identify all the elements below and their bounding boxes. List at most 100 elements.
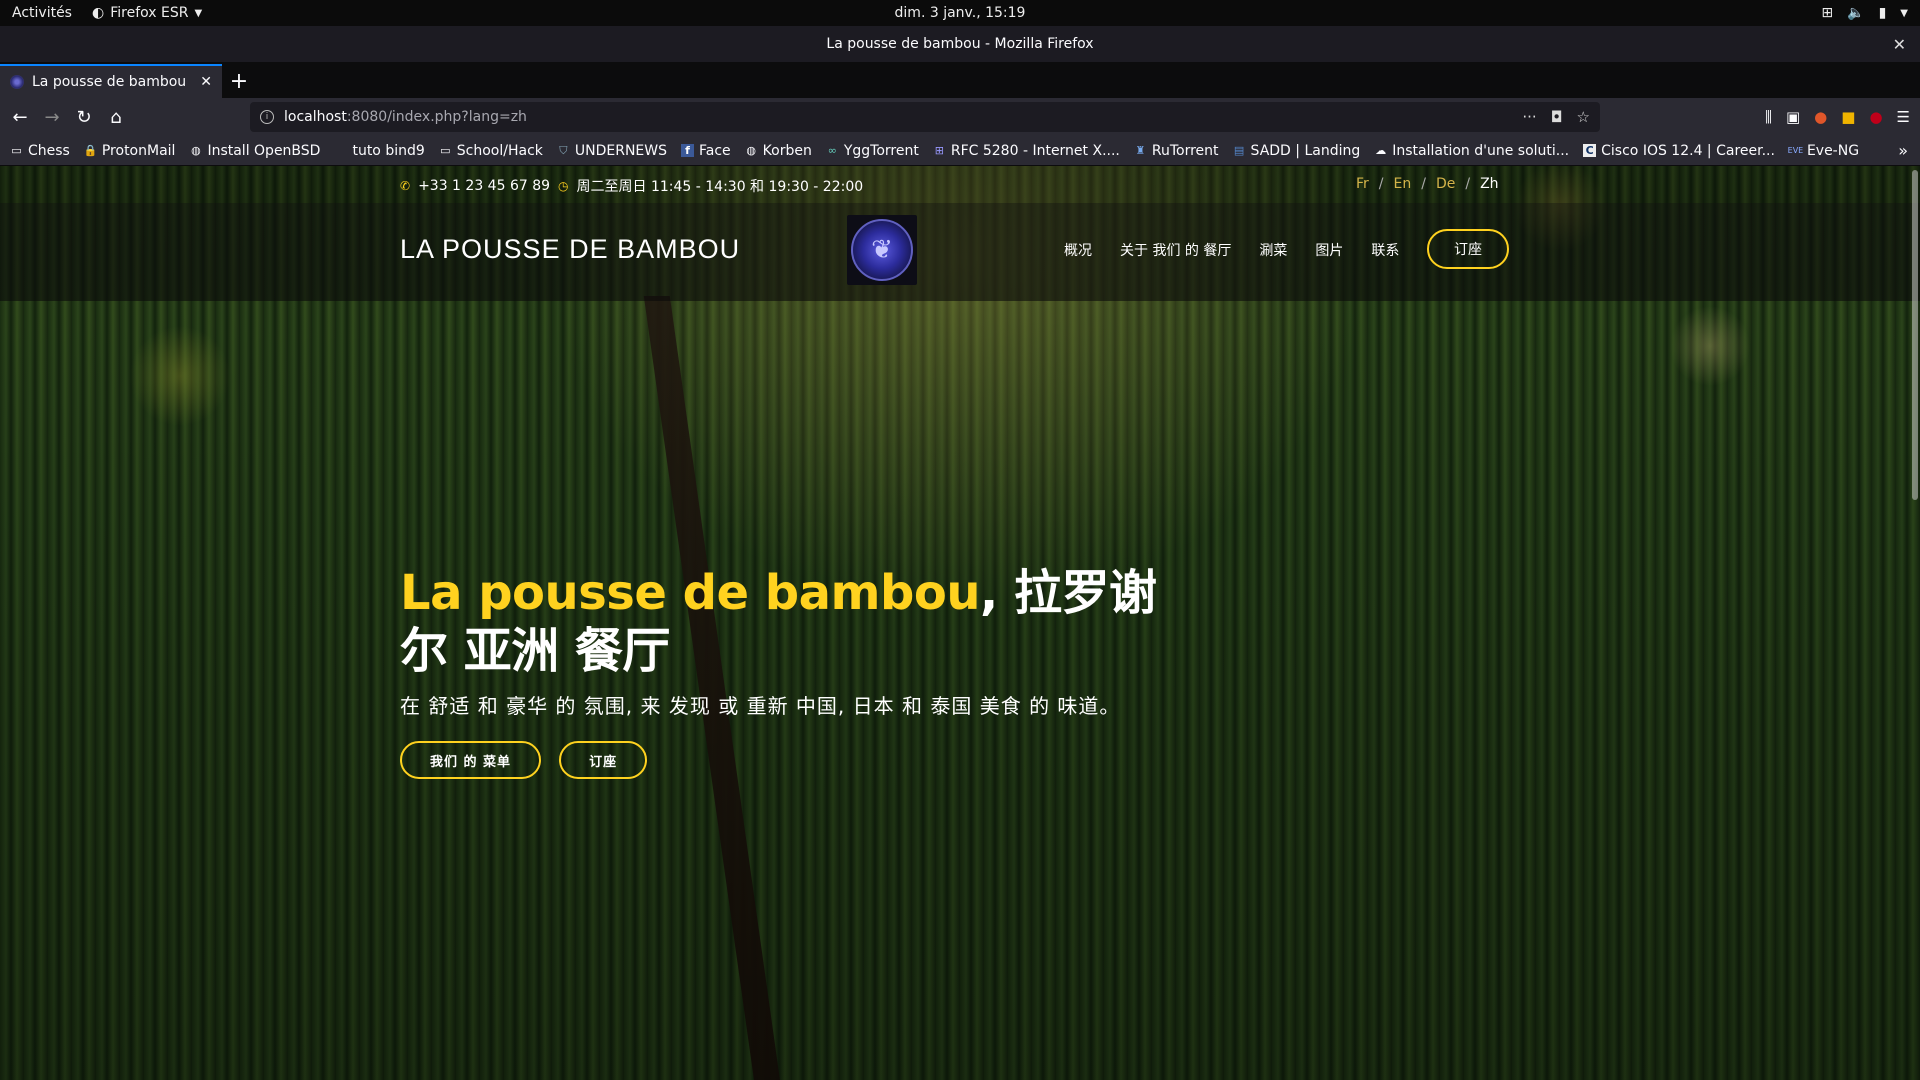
ietf-icon: ⊞ bbox=[934, 144, 944, 157]
bookmark-item[interactable]: EVE Eve-NG bbox=[1787, 143, 1859, 159]
volume-icon[interactable]: 🔈 bbox=[1847, 5, 1864, 21]
window-title: La pousse de bambou - Mozilla Firefox bbox=[826, 36, 1094, 52]
lang-de-link[interactable]: De bbox=[1436, 176, 1455, 192]
shield-icon: ⛉ bbox=[559, 143, 568, 157]
home-icon: ⌂ bbox=[110, 106, 122, 128]
bamboo-logo-icon: ❦ bbox=[851, 219, 913, 281]
nav-item-overview[interactable]: 概况 bbox=[1064, 240, 1092, 260]
window-titlebar: La pousse de bambou - Mozilla Firefox ✕ bbox=[0, 26, 1920, 62]
nav-item-contact[interactable]: 联系 bbox=[1371, 240, 1399, 260]
window-close-icon[interactable]: ✕ bbox=[1893, 35, 1906, 54]
activities-button[interactable]: Activités bbox=[12, 5, 72, 21]
globe-icon: ◍ bbox=[746, 144, 756, 157]
page-actions-icon[interactable]: ··· bbox=[1522, 108, 1536, 126]
firefox-icon: ◐ bbox=[91, 5, 105, 21]
battery-icon[interactable]: ▮ bbox=[1879, 5, 1887, 21]
site-topbar: ✆ +33 1 23 45 67 89 ◷ 周二至周日 11:45 - 14:3… bbox=[0, 166, 1920, 203]
bookmark-star-icon[interactable]: ☆ bbox=[1577, 108, 1590, 126]
book-table-button[interactable]: 订座 bbox=[1427, 229, 1509, 269]
back-button[interactable]: ← bbox=[4, 101, 36, 133]
site-info-icon[interactable]: i bbox=[260, 110, 274, 124]
folder-icon: ▭ bbox=[440, 144, 451, 157]
ygg-icon: ∞ bbox=[827, 144, 837, 157]
bookmark-item[interactable]: ☁ Installation d'une soluti... bbox=[1374, 143, 1569, 159]
lang-separator: / bbox=[1378, 176, 1384, 192]
language-switcher: Fr / En / De / Zh bbox=[1356, 176, 1499, 192]
arrow-left-icon: ← bbox=[12, 106, 28, 128]
bookmarks-overflow-icon[interactable]: » bbox=[1898, 141, 1908, 160]
sidebar-icon[interactable]: ▣ bbox=[1786, 108, 1800, 126]
bookmark-item[interactable]: ∞ YggTorrent bbox=[826, 143, 919, 159]
network-icon[interactable]: ⊞ bbox=[1821, 5, 1833, 21]
site-logo[interactable]: ❦ bbox=[847, 215, 917, 285]
home-button[interactable]: ⌂ bbox=[100, 101, 132, 133]
reload-button[interactable]: ↻ bbox=[68, 101, 100, 133]
app-menu-label: Firefox ESR bbox=[110, 5, 189, 21]
bookmark-item[interactable]: 🔒 ProtonMail bbox=[84, 143, 176, 159]
globe-icon: ◍ bbox=[191, 144, 201, 157]
bookmark-item[interactable]: C Cisco IOS 12.4 | Career... bbox=[1583, 143, 1775, 159]
clock[interactable]: dim. 3 janv., 15:19 bbox=[895, 5, 1026, 21]
eve-icon: EVE bbox=[1787, 146, 1804, 155]
nav-item-about[interactable]: 关于 我们 的 餐厅 bbox=[1120, 240, 1231, 260]
our-menu-button[interactable]: 我们 的 菜单 bbox=[400, 741, 542, 779]
hero-subtitle: 在 舒适 和 豪华 的 氛围, 来 发现 或 重新 中国, 日本 和 泰国 美食… bbox=[400, 694, 1121, 718]
clock-icon: ◷ bbox=[558, 179, 569, 193]
tab-favicon-icon bbox=[10, 75, 24, 89]
nav-item-hotpot[interactable]: 涮菜 bbox=[1259, 240, 1287, 260]
page-scrollbar[interactable] bbox=[1912, 170, 1918, 500]
site-brand[interactable]: LA POUSSE DE BAMBOU bbox=[400, 234, 740, 265]
page-viewport: ✆ +33 1 23 45 67 89 ◷ 周二至周日 11:45 - 14:3… bbox=[0, 166, 1920, 1080]
new-tab-button[interactable]: + bbox=[222, 64, 256, 98]
site-nav: 概况 关于 我们 的 餐厅 涮菜 图片 联系 bbox=[1064, 240, 1399, 260]
lang-fr-link[interactable]: Fr bbox=[1356, 176, 1369, 192]
reload-icon: ↻ bbox=[76, 106, 92, 128]
chevron-down-icon: ▼ bbox=[194, 7, 203, 19]
hamburger-menu-icon[interactable]: ☰ bbox=[1897, 108, 1910, 126]
rutorrent-icon: ♜ bbox=[1135, 144, 1146, 157]
extension-privacy-icon[interactable]: ● bbox=[1814, 108, 1827, 126]
phone-number: +33 1 23 45 67 89 bbox=[418, 178, 551, 194]
bookmark-item[interactable]: f Face bbox=[681, 143, 731, 159]
bookmark-item[interactable]: ⊞ RFC 5280 - Internet X.... bbox=[933, 143, 1120, 159]
lang-zh-link[interactable]: Zh bbox=[1480, 176, 1498, 192]
bookmark-item[interactable]: tuto bind9 bbox=[334, 143, 424, 159]
bookmark-item[interactable]: ◍ Install OpenBSD bbox=[189, 143, 320, 159]
cloud-icon: ☁ bbox=[1375, 144, 1387, 157]
bookmark-item[interactable]: ▤ SADD | Landing bbox=[1233, 143, 1360, 159]
url-host: localhost bbox=[284, 109, 347, 125]
sadd-icon: ▤ bbox=[1233, 144, 1245, 157]
system-menu-chevron-icon[interactable]: ▼ bbox=[1900, 8, 1908, 19]
pocket-icon[interactable]: ◘ bbox=[1551, 108, 1563, 126]
bookmark-item[interactable]: ◍ Korben bbox=[745, 143, 812, 159]
bookmark-item[interactable]: ▭ School/Hack bbox=[439, 143, 543, 159]
bookmark-item[interactable]: ▭ Chess bbox=[10, 143, 70, 159]
lang-en-link[interactable]: En bbox=[1394, 176, 1412, 192]
app-menu[interactable]: ◐ Firefox ESR ▼ bbox=[92, 5, 202, 21]
tab-active[interactable]: La pousse de bambou ✕ bbox=[0, 64, 222, 98]
facebook-icon: f bbox=[681, 144, 694, 157]
url-bar[interactable]: i localhost:8080/index.php?lang=zh ··· ◘… bbox=[250, 102, 1600, 132]
lock-icon: 🔒 bbox=[83, 144, 98, 157]
bookmark-item[interactable]: ⛉ UNDERNEWS bbox=[557, 143, 667, 159]
extension-ublock-icon[interactable]: ● bbox=[1869, 108, 1882, 126]
hero-book-button[interactable]: 订座 bbox=[559, 741, 648, 779]
folder-icon: ▭ bbox=[11, 144, 22, 157]
tab-title: La pousse de bambou bbox=[32, 74, 187, 90]
library-icon[interactable]: ⫼ bbox=[1765, 108, 1772, 126]
tab-close-icon[interactable]: ✕ bbox=[200, 74, 212, 90]
hero-title-accent: La pousse de bambou bbox=[400, 565, 981, 621]
forward-button[interactable]: → bbox=[36, 101, 68, 133]
tab-strip: La pousse de bambou ✕ + bbox=[0, 62, 1920, 98]
bookmark-item[interactable]: ♜ RuTorrent bbox=[1134, 143, 1218, 159]
c-icon: C bbox=[1583, 144, 1597, 157]
opening-hours: 周二至周日 11:45 - 14:30 和 19:30 - 22:00 bbox=[576, 179, 864, 195]
extension-notes-icon[interactable]: ■ bbox=[1841, 108, 1855, 126]
lang-separator: / bbox=[1421, 176, 1426, 192]
nav-item-gallery[interactable]: 图片 bbox=[1315, 240, 1343, 260]
arrow-right-icon: → bbox=[44, 106, 60, 128]
bookmarks-toolbar: ▭ Chess 🔒 ProtonMail ◍ Install OpenBSD tuto… bbox=[0, 136, 1920, 166]
site-header: LA POUSSE DE BAMBOU ❦ 概况 关于 我们 的 餐厅 涮菜 图… bbox=[0, 203, 1920, 301]
lang-separator: / bbox=[1465, 176, 1471, 192]
hero-section: La pousse de bambou, 拉罗谢尔 亚洲 餐厅 在 舒适 和 豪… bbox=[400, 564, 1160, 779]
